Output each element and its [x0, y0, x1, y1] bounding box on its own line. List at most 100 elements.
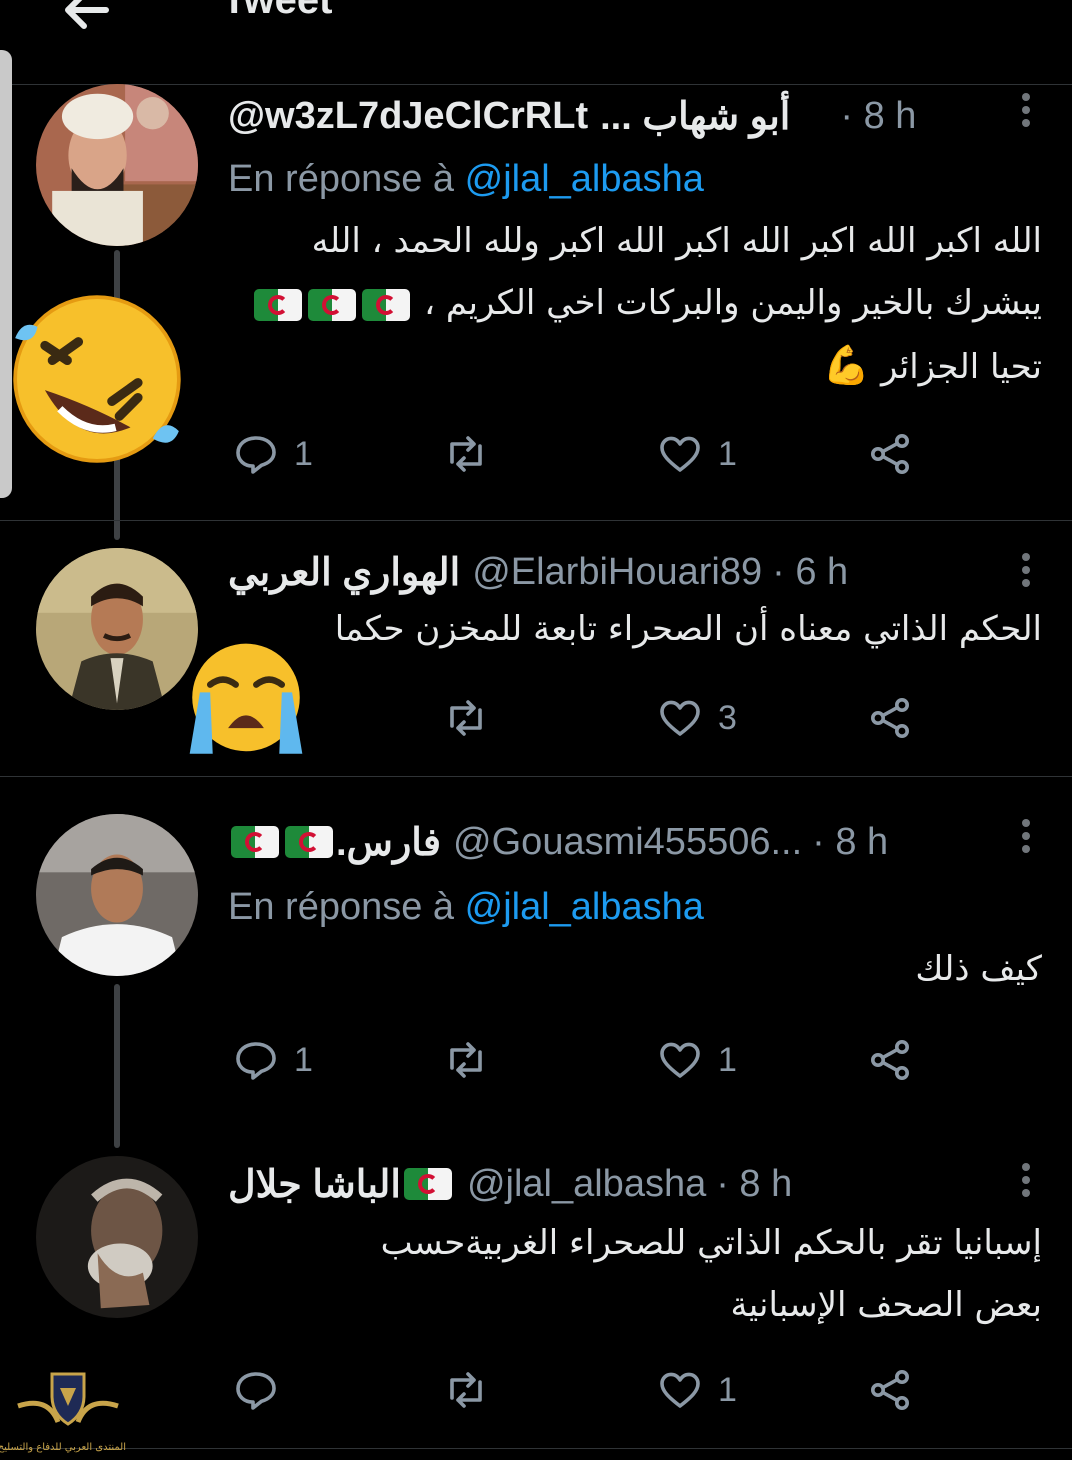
tweet-text: الحكم الذاتي معناه أن الصحراء تابعة للمخ… — [228, 598, 1042, 660]
user-photo — [36, 1156, 198, 1318]
like-button[interactable]: 1 — [656, 1360, 737, 1420]
tweet-header: الهواري العربي @ElarbiHouari89 · 6 h — [228, 548, 992, 596]
share-button[interactable] — [866, 1360, 914, 1420]
display-name[interactable]: أبو شهاب ... — [600, 94, 790, 139]
heart-icon — [660, 700, 700, 736]
tweet-header: فارس. @Gouasmi455506... · 8 h — [228, 818, 992, 866]
heart-icon — [660, 1372, 700, 1408]
algeria-flag-icon — [254, 288, 303, 321]
reply-button[interactable] — [232, 1360, 294, 1420]
reply-count: 1 — [294, 434, 313, 473]
share-icon — [871, 1040, 909, 1080]
divider — [0, 520, 1072, 521]
user-photo — [36, 548, 198, 710]
handle[interactable]: @ElarbiHouari89 — [472, 551, 762, 594]
tweet-text: الله اكبر الله اكبر الله اكبر الله اكبر … — [228, 210, 1042, 398]
tweet-text-line: تحيا الجزائر 💪 — [228, 334, 1042, 398]
thread-line — [114, 984, 120, 1148]
tweet-text-line: يبشرك بالخير واليمن والبركات اخي الكريم … — [228, 272, 1042, 334]
more-options-icon[interactable] — [1016, 88, 1036, 132]
algeria-flag-icon — [308, 288, 357, 321]
tweet-text-line: بعض الصحف الإسبانية — [730, 1285, 1042, 1325]
tweet-actions: 1 1 — [228, 1030, 988, 1090]
retweet-icon — [450, 1372, 482, 1408]
share-button[interactable] — [866, 688, 914, 748]
reply-button[interactable]: 1 — [232, 1030, 313, 1090]
share-icon — [871, 1370, 909, 1410]
algeria-flag-icon — [403, 1168, 452, 1200]
reply-icon — [236, 436, 276, 474]
more-options-icon[interactable] — [1016, 814, 1036, 858]
tweet-text-line: إسبانيا تقر بالحكم الذاتي للصحراء الغربي… — [380, 1223, 1042, 1263]
back-arrow-icon[interactable] — [58, 0, 114, 38]
more-options-icon[interactable] — [1016, 548, 1036, 592]
tweet-actions: 1 1 — [228, 424, 988, 484]
user-photo — [36, 84, 198, 246]
display-name[interactable]: الهواري العربي — [228, 550, 460, 595]
share-button[interactable] — [866, 1030, 914, 1090]
like-button[interactable]: 1 — [656, 424, 737, 484]
tweet-text-segment: تحيا الجزائر — [880, 347, 1042, 387]
retweet-icon — [450, 436, 482, 472]
top-bar: Tweet — [0, 0, 1072, 85]
handle[interactable]: @jlal_albasha — [467, 1163, 706, 1206]
like-count: 1 — [718, 1040, 737, 1079]
tweet-text-line: كيف ذلك — [915, 949, 1042, 989]
tweet-header: الباشا جلال @jlal_albasha · 8 h — [228, 1160, 992, 1208]
handle[interactable]: @w3zL7dJeClCrRLt — [228, 95, 588, 138]
rolling-laughing-emoji-icon — [13, 295, 181, 463]
timestamp[interactable]: · 8 h — [812, 821, 888, 864]
retweet-button[interactable] — [442, 688, 504, 748]
like-button[interactable]: 1 — [656, 1030, 737, 1090]
algeria-flag-icon — [285, 826, 333, 858]
reply-mention-link[interactable]: @jlal_albasha — [465, 886, 704, 928]
retweet-button[interactable] — [442, 424, 504, 484]
tweet-header: · 8 h أبو شهاب ... @w3zL7dJeClCrRLt — [228, 92, 992, 140]
avatar[interactable] — [36, 814, 198, 976]
display-name[interactable]: فارس. — [336, 820, 441, 865]
reply-count: 1 — [294, 1040, 313, 1079]
user-photo — [36, 814, 198, 976]
divider — [0, 1448, 1072, 1449]
timestamp[interactable]: · 6 h — [772, 551, 848, 594]
tweet-actions: 3 — [228, 688, 988, 748]
share-button[interactable] — [866, 424, 914, 484]
tweet-text-line: الحكم الذاتي معناه أن الصحراء تابعة للمخ… — [334, 609, 1042, 649]
more-options-icon[interactable] — [1016, 1158, 1036, 1202]
flexed-biceps-icon: 💪 — [822, 343, 871, 387]
algeria-flag-icon — [362, 288, 411, 321]
reply-icon — [236, 1372, 276, 1410]
avatar[interactable] — [36, 1156, 198, 1318]
tweet-text: إسبانيا تقر بالحكم الذاتي للصحراء الغربي… — [228, 1212, 1042, 1336]
reply-icon — [236, 1042, 276, 1080]
tweet-actions: 1 — [228, 1360, 988, 1420]
watermark-text: المنتدى العربي للدفاع والتسليح — [0, 1442, 126, 1453]
like-button[interactable]: 3 — [656, 688, 737, 748]
algeria-flag-icon — [231, 826, 279, 858]
heart-icon — [660, 436, 700, 472]
reply-context: En réponse à @jlal_albasha — [228, 886, 704, 929]
like-count: 1 — [718, 434, 737, 473]
avatar[interactable] — [36, 84, 198, 246]
retweet-button[interactable] — [442, 1030, 504, 1090]
retweet-button[interactable] — [442, 1360, 504, 1420]
tweet-text-segment: يبشرك بالخير واليمن والبركات اخي الكريم … — [424, 283, 1042, 323]
share-icon — [871, 698, 909, 738]
timestamp[interactable]: · 8 h — [840, 95, 916, 138]
tweet-text-line: الله اكبر الله اكبر الله اكبر الله اكبر … — [311, 221, 1042, 261]
reply-prefix: En réponse à — [228, 886, 455, 928]
reply-context: En réponse à @jlal_albasha — [228, 158, 704, 201]
reply-mention-link[interactable]: @jlal_albasha — [465, 158, 704, 200]
reply-button[interactable]: 1 — [232, 424, 313, 484]
like-count: 3 — [718, 698, 737, 737]
handle[interactable]: @Gouasmi455506... — [453, 821, 802, 864]
avatar[interactable] — [36, 548, 198, 710]
divider — [0, 776, 1072, 777]
loudly-crying-emoji-icon — [189, 643, 303, 754]
page-title: Tweet — [222, 0, 333, 22]
display-name[interactable]: الباشا جلال — [228, 1162, 401, 1207]
like-count: 1 — [718, 1370, 737, 1409]
retweet-icon — [450, 700, 482, 736]
timestamp[interactable]: · 8 h — [716, 1163, 792, 1206]
reply-prefix: En réponse à — [228, 158, 455, 200]
